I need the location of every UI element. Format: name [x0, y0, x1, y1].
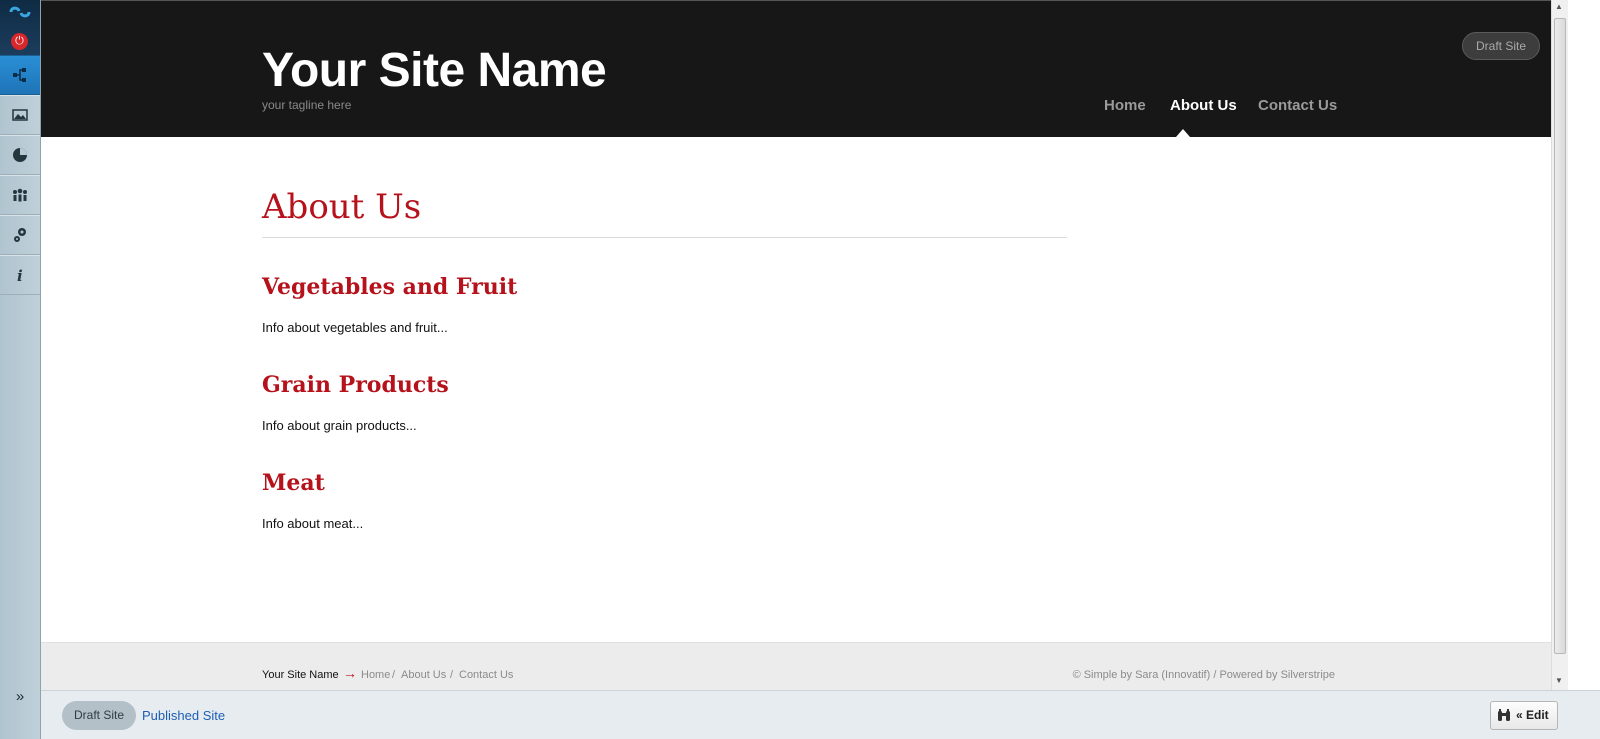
help-icon[interactable]: i: [0, 255, 40, 295]
footer-separator: /: [392, 669, 396, 681]
edit-button-label: « Edit: [1516, 708, 1549, 722]
scroll-up-icon[interactable]: ▲: [1555, 2, 1563, 11]
power-icon[interactable]: ⏻: [11, 33, 28, 50]
section-text-vegetables: Info about vegetables and fruit...: [262, 320, 448, 335]
scroll-down-icon[interactable]: ▼: [1555, 676, 1563, 685]
section-text-meat: Info about meat...: [262, 516, 364, 531]
section-text-grain: Info about grain products...: [262, 418, 417, 433]
window-edge: [1568, 0, 1600, 690]
reports-icon[interactable]: [0, 135, 40, 175]
footer-link-home[interactable]: Home: [361, 669, 390, 681]
published-site-link[interactable]: Published Site: [142, 708, 225, 723]
footer-credit: © Simple by Sara (Innovatif) / Powered b…: [1072, 669, 1335, 681]
binoculars-icon: [1498, 709, 1510, 721]
scrollbar-thumb[interactable]: [1554, 18, 1566, 654]
users-icon[interactable]: [0, 175, 40, 215]
page-title: About Us: [262, 187, 422, 227]
svg-text:i: i: [17, 267, 23, 284]
edit-button[interactable]: « Edit: [1490, 701, 1558, 730]
cms-logo-block: ⏻: [0, 0, 40, 55]
vertical-scrollbar[interactable]: ▲ ▼: [1551, 0, 1568, 690]
footer-site-name[interactable]: Your Site Name: [262, 669, 339, 681]
cms-preview-toolbar: Draft Site Published Site « Edit: [41, 690, 1600, 739]
site-footer: Your Site Name → Home / About Us / Conta…: [41, 642, 1551, 690]
nav-home[interactable]: Home: [1104, 97, 1146, 114]
title-divider: [262, 237, 1067, 238]
nav-about-us[interactable]: About Us: [1170, 97, 1237, 114]
cms-sidebar: ⏻ i »: [0, 0, 41, 739]
section-heading-grain: Grain Products: [262, 372, 449, 398]
draft-site-toggle[interactable]: Draft Site: [62, 701, 136, 730]
nav-contact-us[interactable]: Contact Us: [1258, 97, 1337, 114]
site-header: Your Site Name your tagline here Draft S…: [41, 0, 1551, 137]
image-icon[interactable]: [0, 95, 40, 135]
sitetree-icon[interactable]: [0, 55, 40, 95]
footer-link-about-us[interactable]: About Us: [401, 669, 446, 681]
settings-icon[interactable]: [0, 215, 40, 255]
main-content: About Us Vegetables and Fruit Info about…: [41, 137, 1551, 642]
draft-site-badge[interactable]: Draft Site: [1462, 32, 1540, 60]
footer-arrow-icon: →: [343, 665, 357, 681]
footer-separator: /: [450, 669, 454, 681]
section-heading-vegetables: Vegetables and Fruit: [262, 274, 518, 300]
site-tagline: your tagline here: [262, 98, 352, 112]
expand-sidebar-button[interactable]: »: [0, 683, 40, 711]
active-nav-pointer: [1176, 129, 1190, 137]
footer-link-contact-us[interactable]: Contact Us: [459, 669, 513, 681]
site-name[interactable]: Your Site Name: [262, 43, 607, 98]
section-heading-meat: Meat: [262, 470, 325, 496]
logo-icon[interactable]: [8, 5, 32, 19]
